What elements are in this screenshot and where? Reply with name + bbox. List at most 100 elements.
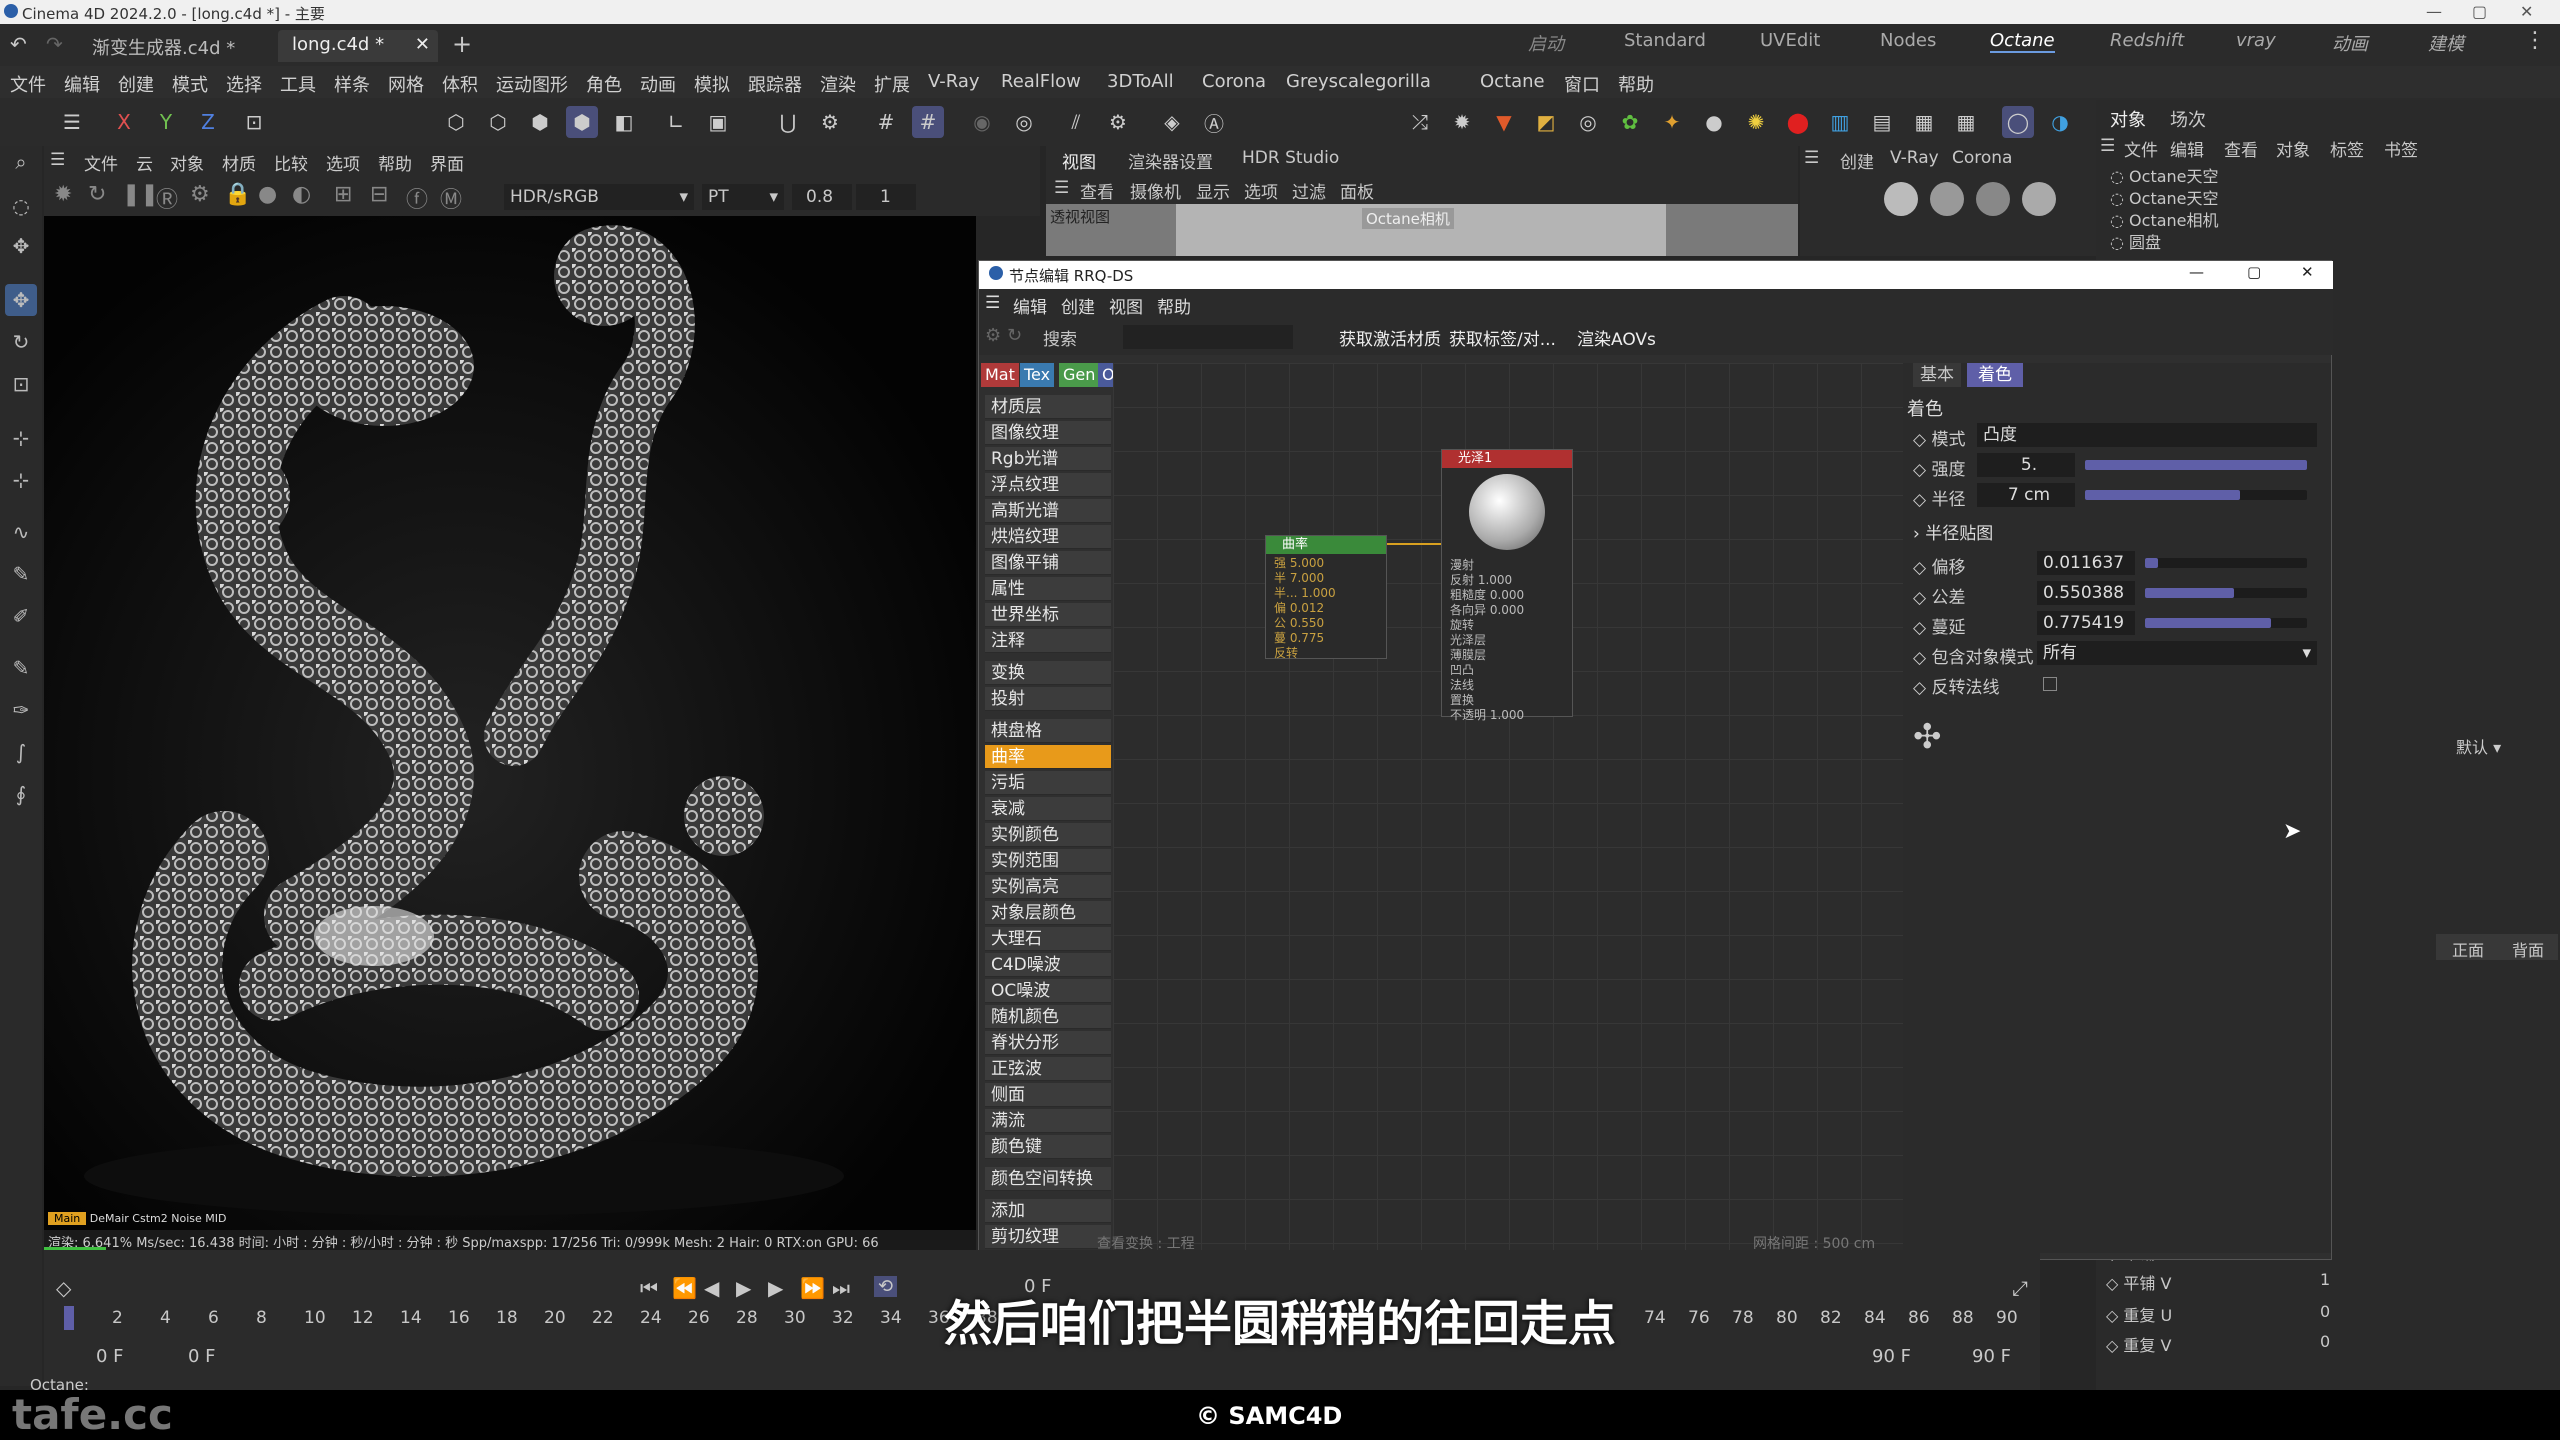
node-param-row[interactable]: 半... 1.000	[1274, 586, 1378, 601]
octane-half-icon[interactable]: ◑	[2044, 106, 2076, 138]
objects-menu-object[interactable]: 对象	[2276, 136, 2310, 161]
mat-menu-icon[interactable]: ☰	[1804, 148, 1819, 168]
repeat-u-value[interactable]: 0	[2320, 1302, 2330, 1321]
offset-slider[interactable]	[2145, 558, 2307, 568]
viewport-menu-item-0[interactable]: 文件	[84, 150, 118, 175]
octane-a-icon[interactable]: Ⓐ	[1198, 106, 1230, 138]
menu-item-14[interactable]: 渲染	[820, 71, 856, 97]
prev-key-icon[interactable]: ⏪	[672, 1276, 697, 1300]
edges-mode-icon[interactable]: ⬡	[482, 106, 514, 138]
node-input-pin[interactable]: 薄膜层	[1450, 648, 1564, 663]
node-list-item[interactable]: 图像纹理	[985, 421, 1111, 445]
gamma-field[interactable]: 1	[856, 184, 916, 210]
node-list-item[interactable]: 对象层颜色	[985, 901, 1111, 925]
invert-normal-checkbox[interactable]	[2043, 677, 2057, 691]
get-active-material-button[interactable]: 获取激活材质	[1339, 325, 1441, 350]
focus-icon[interactable]: ⊞	[334, 182, 352, 207]
menu-filter[interactable]: 过滤	[1292, 178, 1326, 203]
search-input[interactable]	[1123, 325, 1293, 349]
tab-view[interactable]: 视图	[1062, 148, 1096, 173]
mode-select[interactable]: 凸度	[1977, 423, 2317, 447]
menu-icon[interactable]: ☰	[985, 293, 1000, 313]
material-thumb[interactable]	[1930, 182, 1964, 216]
menu-item-11[interactable]: 动画	[640, 71, 676, 97]
node-list-item[interactable]: 浮点纹理	[985, 473, 1111, 497]
node-param-row[interactable]: 反转	[1274, 646, 1378, 661]
node-list-item[interactable]: 投射	[985, 687, 1111, 711]
prev-frame-icon[interactable]: ◀	[704, 1276, 719, 1300]
menu-item-20[interactable]: Greyscalegorilla	[1286, 71, 1431, 92]
menu-item-2[interactable]: 创建	[118, 71, 154, 97]
node-list-item[interactable]: 高斯光谱	[985, 499, 1111, 523]
object-row[interactable]: ◌ 圆盘	[2110, 232, 2270, 254]
snap-icon[interactable]: #	[912, 106, 944, 138]
create-object-icon[interactable]: ⊹	[5, 422, 37, 454]
node-list-item[interactable]: 剪切纹理	[985, 1225, 1111, 1249]
strength-field[interactable]: 5.	[1977, 453, 2075, 477]
curvature-node[interactable]: 曲率 强 5.000 半 7.000 半... 1.000 偏 0.012 公 0.55…	[1265, 535, 1387, 661]
octane-clapper-icon[interactable]: ▦	[1908, 106, 1940, 138]
node-list-item[interactable]: 烘焙纹理	[985, 525, 1111, 549]
ne-menu-view[interactable]: 视图	[1109, 293, 1143, 318]
category-tab-tex[interactable]: Tex	[1020, 363, 1055, 387]
node-list-item[interactable]: 污垢	[985, 771, 1111, 795]
octane-material-icon[interactable]: ◩	[1530, 106, 1562, 138]
menu-item-17[interactable]: RealFlow	[1001, 71, 1081, 92]
tab-gradient-generator[interactable]: 渐变生成器.c4d *	[78, 30, 249, 62]
menu-item-13[interactable]: 跟踪器	[748, 71, 802, 97]
knife-icon[interactable]: ∫	[5, 736, 37, 768]
node-graph-canvas[interactable]: 曲率 强 5.000 半 7.000 半... 1.000 偏 0.012 公 0.55…	[1097, 363, 1903, 1253]
redo-icon[interactable]: ↷	[46, 32, 63, 56]
sphere-icon[interactable]: ●	[258, 182, 277, 207]
play-icon[interactable]: ▶	[736, 1276, 751, 1300]
clay-icon[interactable]: ◐	[292, 182, 311, 207]
select-icon[interactable]: ◌	[5, 190, 37, 222]
node-list-item[interactable]: Rgb光谱	[985, 447, 1111, 471]
menu-panel[interactable]: 面板	[1340, 178, 1374, 203]
lock-icon[interactable]: 🔒	[224, 182, 251, 207]
node-input-pin[interactable]: 反射 1.000	[1450, 573, 1564, 588]
move-icon[interactable]: ✥	[5, 284, 37, 316]
node-input-pin[interactable]: 法线	[1450, 678, 1564, 693]
node-list-item[interactable]: 图像平铺	[985, 551, 1111, 575]
points-mode-icon[interactable]: ⬡	[440, 106, 472, 138]
objects-menu-edit[interactable]: 编辑	[2170, 136, 2204, 161]
transform-icon[interactable]: ✥	[5, 230, 37, 262]
node-input-pin[interactable]: 凹凸	[1450, 663, 1564, 678]
front-back-toggle[interactable]: 正面 背面	[2436, 934, 2558, 960]
menu-item-8[interactable]: 体积	[442, 71, 478, 97]
layout-nodes[interactable]: Nodes	[1880, 30, 1936, 51]
frame-icon[interactable]: ⊟	[370, 182, 388, 207]
menu-item-6[interactable]: 样条	[334, 71, 370, 97]
layout-startup[interactable]: 启动	[1528, 30, 1564, 56]
node-list-item[interactable]: 材质层	[985, 395, 1111, 419]
include-mode-select[interactable]: 所有 ▾	[2037, 641, 2317, 665]
octane-live-viewport[interactable]	[44, 216, 976, 1230]
menu-view[interactable]: 查看	[1080, 178, 1114, 203]
tab-long[interactable]: long.c4d * ✕	[278, 30, 438, 62]
node-list-item[interactable]: C4D噪波	[985, 953, 1111, 977]
objects-menu-view[interactable]: 查看	[2224, 136, 2258, 161]
mat-menu-corona[interactable]: Corona	[1952, 148, 2012, 168]
region-icon[interactable]: Ⓡ	[156, 182, 178, 214]
tab-render-settings[interactable]: 渲染器设置	[1128, 148, 1213, 173]
next-key-icon[interactable]: ⏩	[800, 1276, 825, 1300]
layout-standard[interactable]: Standard	[1624, 30, 1706, 51]
texture-mode-icon[interactable]: ◧	[608, 106, 640, 138]
octane-settings-icon[interactable]: ✹	[1446, 106, 1478, 138]
menu-item-10[interactable]: 角色	[586, 71, 622, 97]
tab-basic[interactable]: 基本	[1913, 363, 1961, 387]
tile-v-value[interactable]: 1	[2320, 1270, 2330, 1289]
render-aovs-button[interactable]: 渲染AOVs	[1577, 325, 1656, 350]
radius-map-label[interactable]: › 半径贴图	[1913, 519, 1993, 544]
layout-modeling[interactable]: 建模	[2428, 30, 2464, 56]
node-list-item[interactable]: 正弦波	[985, 1057, 1111, 1081]
octane-env-icon[interactable]: ◯	[2002, 106, 2034, 138]
tab-takes[interactable]: 场次	[2170, 106, 2206, 132]
minimize-icon[interactable]: —	[2189, 263, 2204, 281]
node-input-pin[interactable]: 置换	[1450, 693, 1564, 708]
rotate-icon[interactable]: ↻	[5, 326, 37, 358]
mat-menu-create[interactable]: 创建	[1840, 148, 1874, 173]
node-list-item[interactable]: 侧面	[985, 1083, 1111, 1107]
front-label[interactable]: 正面	[2452, 937, 2484, 961]
